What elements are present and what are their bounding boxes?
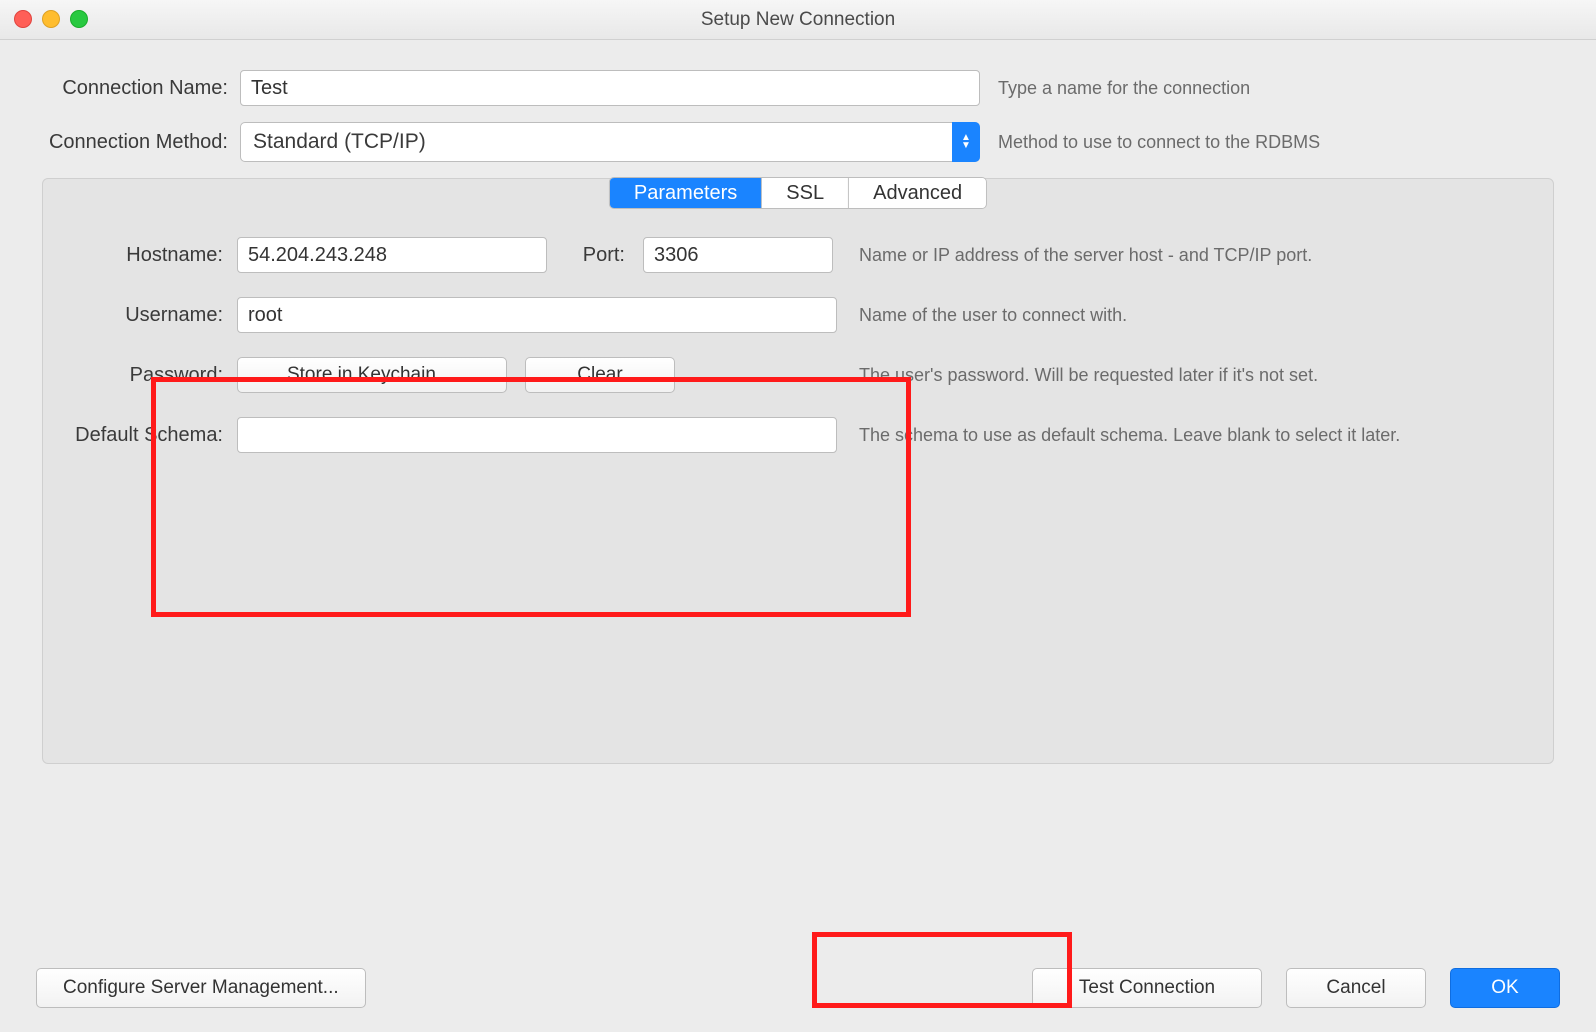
tab-ssl[interactable]: SSL xyxy=(762,178,849,208)
tab-parameters[interactable]: Parameters xyxy=(610,178,762,208)
hostname-hint: Name or IP address of the server host - … xyxy=(837,245,1529,266)
hostname-input[interactable] xyxy=(237,237,547,273)
hostname-label: Hostname: xyxy=(67,244,237,267)
minimize-window-icon[interactable] xyxy=(42,10,60,28)
username-input[interactable] xyxy=(237,297,837,333)
username-hint: Name of the user to connect with. xyxy=(837,305,1529,326)
zoom-window-icon[interactable] xyxy=(70,10,88,28)
dialog-footer: Configure Server Management... Test Conn… xyxy=(0,968,1596,1008)
ok-button[interactable]: OK xyxy=(1450,968,1560,1008)
close-window-icon[interactable] xyxy=(14,10,32,28)
username-label: Username: xyxy=(67,304,237,327)
connection-method-value: Standard (TCP/IP) xyxy=(240,122,980,162)
password-hint: The user's password. Will be requested l… xyxy=(837,365,1529,386)
chevron-updown-icon: ▲▼ xyxy=(952,122,980,162)
connection-method-label: Connection Method: xyxy=(30,131,240,154)
window-controls xyxy=(14,10,88,28)
connection-method-select[interactable]: Standard (TCP/IP) ▲▼ xyxy=(240,122,980,162)
default-schema-input[interactable] xyxy=(237,417,837,453)
default-schema-hint: The schema to use as default schema. Lea… xyxy=(837,425,1529,446)
port-label: Port: xyxy=(565,244,625,267)
clear-password-button[interactable]: Clear xyxy=(525,357,675,393)
default-schema-label: Default Schema: xyxy=(67,424,237,447)
tab-bar: Parameters SSL Advanced xyxy=(609,177,987,209)
port-input[interactable] xyxy=(643,237,833,273)
connection-method-hint: Method to use to connect to the RDBMS xyxy=(980,132,1566,153)
window-title: Setup New Connection xyxy=(0,9,1596,31)
password-label: Password: xyxy=(67,364,237,387)
connection-name-hint: Type a name for the connection xyxy=(980,78,1566,99)
store-keychain-button[interactable]: Store in Keychain ... xyxy=(237,357,507,393)
tab-advanced[interactable]: Advanced xyxy=(849,178,986,208)
parameters-panel: Parameters SSL Advanced Hostname: Port: … xyxy=(42,178,1554,764)
connection-name-label: Connection Name: xyxy=(30,77,240,100)
test-connection-button[interactable]: Test Connection xyxy=(1032,968,1262,1008)
configure-server-button[interactable]: Configure Server Management... xyxy=(36,968,366,1008)
cancel-button[interactable]: Cancel xyxy=(1286,968,1426,1008)
connection-name-input[interactable] xyxy=(240,70,980,106)
titlebar: Setup New Connection xyxy=(0,0,1596,40)
